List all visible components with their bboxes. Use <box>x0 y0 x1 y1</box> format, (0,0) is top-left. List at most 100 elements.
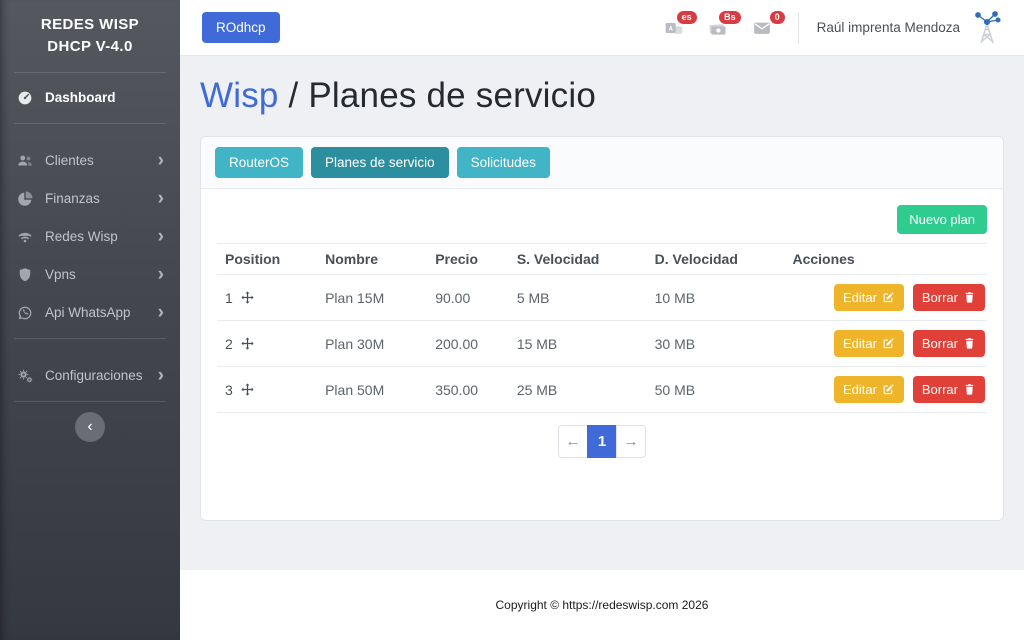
sidebar-item-label: Configuraciones <box>45 368 143 383</box>
edit-button[interactable]: Editar <box>834 376 904 403</box>
sidebar-item-vpns[interactable]: Vpns › <box>0 256 180 294</box>
sidebar-item-clientes[interactable]: Clientes › <box>0 142 180 180</box>
sidebar-item-label: Redes Wisp <box>45 229 118 244</box>
sidebar-item-label: Clientes <box>45 153 94 168</box>
language-badge: es <box>677 11 697 24</box>
whatsapp-icon <box>16 304 34 322</box>
pie-chart-icon <box>16 190 34 208</box>
table-toolbar: Nuevo plan <box>217 205 987 234</box>
s-velocidad-value: 5 MB <box>509 275 647 321</box>
trash-icon <box>963 383 976 396</box>
precio-value: 200.00 <box>427 321 509 367</box>
chevron-right-icon: › <box>158 227 164 246</box>
drag-move-icon[interactable] <box>240 382 255 397</box>
nombre-value: Plan 15M <box>317 275 427 321</box>
sidebar-collapse-button[interactable]: ‹ <box>75 412 105 442</box>
header-position: Position <box>217 244 317 275</box>
pagination: ← 1 → <box>217 425 987 458</box>
d-velocidad-value: 50 MB <box>647 367 785 413</box>
pagination-next-button[interactable]: → <box>616 425 646 458</box>
sidebar-item-finanzas[interactable]: Finanzas › <box>0 180 180 218</box>
sidebar-divider <box>14 123 166 124</box>
speedometer-icon <box>16 89 34 107</box>
nombre-value: Plan 30M <box>317 321 427 367</box>
d-velocidad-value: 30 MB <box>647 321 785 367</box>
sidebar-item-redes-wisp[interactable]: Redes Wisp › <box>0 218 180 256</box>
chevron-right-icon: › <box>158 265 164 284</box>
edit-button[interactable]: Editar <box>834 330 904 357</box>
delete-button-label: Borrar <box>922 290 958 305</box>
breadcrumb-current: / Planes de servicio <box>279 76 596 115</box>
s-velocidad-value: 25 MB <box>509 367 647 413</box>
nombre-value: Plan 50M <box>317 367 427 413</box>
sidebar-item-label: Dashboard <box>45 90 116 105</box>
d-velocidad-value: 10 MB <box>647 275 785 321</box>
drag-move-icon[interactable] <box>240 290 255 305</box>
chevron-right-icon: › <box>158 151 164 170</box>
delete-button[interactable]: Borrar <box>913 376 985 403</box>
header-precio: Precio <box>427 244 509 275</box>
sidebar-divider <box>14 338 166 339</box>
table-header-row: Position Nombre Precio S. Velocidad D. V… <box>217 244 987 275</box>
edit-button[interactable]: Editar <box>834 284 904 311</box>
copyright-text: Copyright © https://redeswisp.com 2026 <box>496 598 709 612</box>
edit-button-label: Editar <box>843 336 877 351</box>
trash-icon <box>963 337 976 350</box>
tab-routeros[interactable]: RouterOS <box>215 147 303 178</box>
position-value: 3 <box>225 382 233 398</box>
language-icon[interactable]: es <box>664 18 686 38</box>
plans-table: Position Nombre Precio S. Velocidad D. V… <box>217 243 987 413</box>
edit-pencil-icon <box>882 383 895 396</box>
sidebar-item-api-whatsapp[interactable]: Api WhatsApp › <box>0 294 180 332</box>
top-navbar: ROdhcp es Bs 0 Raúl imprenta Mendoza <box>180 0 1024 56</box>
messages-icon[interactable]: 0 <box>752 18 774 38</box>
new-plan-button[interactable]: Nuevo plan <box>897 205 987 234</box>
footer: Copyright © https://redeswisp.com 2026 <box>180 570 1024 640</box>
antenna-avatar-icon[interactable] <box>972 11 1002 45</box>
gears-icon <box>16 367 34 385</box>
header-nombre: Nombre <box>317 244 427 275</box>
currency-icon[interactable]: Bs <box>708 18 730 38</box>
precio-value: 90.00 <box>427 275 509 321</box>
tab-planes-de-servicio[interactable]: Planes de servicio <box>311 147 449 178</box>
position-value: 2 <box>225 336 233 352</box>
table-row: 3 Plan 50M 350.00 25 MB 50 MB Editar Bor… <box>217 367 987 413</box>
users-icon <box>16 152 34 170</box>
header-d-velocidad: D. Velocidad <box>647 244 785 275</box>
delete-button[interactable]: Borrar <box>913 330 985 357</box>
header-acciones: Acciones <box>784 244 987 275</box>
sidebar-item-configuraciones[interactable]: Configuraciones › <box>0 357 180 395</box>
sidebar: REDES WISP DHCP V-4.0 Dashboard Clientes… <box>0 0 180 640</box>
rodhcp-button[interactable]: ROdhcp <box>202 12 280 43</box>
page-content: Wisp / Planes de servicio RouterOS Plane… <box>180 56 1024 570</box>
pagination-prev-button[interactable]: ← <box>558 425 588 458</box>
s-velocidad-value: 15 MB <box>509 321 647 367</box>
sidebar-item-label: Finanzas <box>45 191 100 206</box>
sidebar-item-label: Vpns <box>45 267 76 282</box>
user-menu[interactable]: Raúl imprenta Mendoza <box>817 20 960 35</box>
card-body: Nuevo plan Position Nombre Precio S. Vel… <box>201 189 1003 520</box>
pagination-page-1[interactable]: 1 <box>587 425 617 458</box>
navbar-right: es Bs 0 Raúl imprenta Mendoza <box>664 11 1002 45</box>
header-s-velocidad: S. Velocidad <box>509 244 647 275</box>
app-title-line2: DHCP V-4.0 <box>8 36 172 58</box>
sidebar-item-dashboard[interactable]: Dashboard <box>0 79 180 117</box>
sidebar-divider <box>14 72 166 73</box>
shield-icon <box>16 266 34 284</box>
drag-move-icon[interactable] <box>240 336 255 351</box>
currency-badge: Bs <box>719 11 741 24</box>
sidebar-item-label: Api WhatsApp <box>45 305 131 320</box>
sidebar-divider <box>14 401 166 402</box>
app-title-line1: REDES WISP <box>8 14 172 36</box>
delete-button-label: Borrar <box>922 336 958 351</box>
breadcrumb-wisp-link[interactable]: Wisp <box>200 76 279 115</box>
tab-solicitudes[interactable]: Solicitudes <box>457 147 550 178</box>
messages-badge: 0 <box>770 11 785 24</box>
wifi-icon <box>16 228 34 246</box>
chevron-right-icon: › <box>158 189 164 208</box>
main-column: ROdhcp es Bs 0 Raúl imprenta Mendoza <box>180 0 1024 640</box>
app-root: REDES WISP DHCP V-4.0 Dashboard Clientes… <box>0 0 1024 640</box>
edit-button-label: Editar <box>843 382 877 397</box>
chevron-left-icon: ‹ <box>87 418 92 435</box>
delete-button[interactable]: Borrar <box>913 284 985 311</box>
